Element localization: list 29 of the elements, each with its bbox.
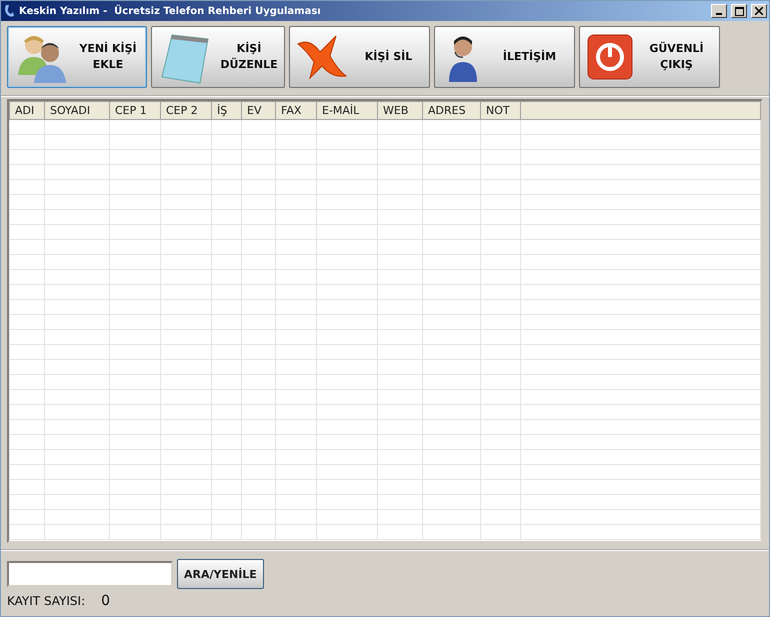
column-header[interactable]: E-MAİL (316, 102, 378, 120)
toolbar-button[interactable]: KİŞİ SİL (289, 26, 430, 88)
column-header[interactable]: FAX (276, 102, 316, 120)
column-header[interactable]: ADI (10, 102, 44, 120)
column-header[interactable]: SOYADI (44, 102, 110, 120)
window-title: Keskin Yazılım - Ücretsiz Telefon Rehberi Uygulaması (19, 6, 322, 16)
toolbar-button[interactable]: KİŞİ DÜZENLE (151, 26, 285, 88)
record-count-label: KAYIT SAYISI: (7, 594, 86, 608)
maximize-icon (734, 6, 744, 16)
search-refresh-button[interactable]: ARA/YENİLE (177, 559, 264, 589)
column-header[interactable]: CEP 2 (160, 102, 212, 120)
close-button[interactable] (751, 4, 767, 18)
column-header[interactable]: WEB (378, 102, 422, 120)
toolbar-button[interactable]: YENİ KİŞİ EKLE (7, 26, 147, 88)
column-header[interactable]: NOT (480, 102, 520, 120)
power-icon (586, 33, 634, 81)
cross-icon (296, 34, 348, 80)
phone-icon (3, 4, 15, 18)
column-header[interactable]: EV (242, 102, 276, 120)
minimize-button[interactable] (711, 4, 727, 18)
close-icon (755, 7, 763, 15)
toolbar-button[interactable]: İLETİŞİM (434, 26, 575, 88)
column-header[interactable]: CEP 1 (110, 102, 160, 120)
search-field[interactable] (7, 561, 173, 587)
maximize-button[interactable] (731, 4, 747, 18)
column-header[interactable]: İŞ (212, 102, 242, 120)
record-count: 0 (101, 593, 110, 609)
column-header[interactable]: ADRES (422, 102, 480, 120)
toolbar-button[interactable]: GÜVENLİ ÇIKIŞ (579, 26, 720, 88)
